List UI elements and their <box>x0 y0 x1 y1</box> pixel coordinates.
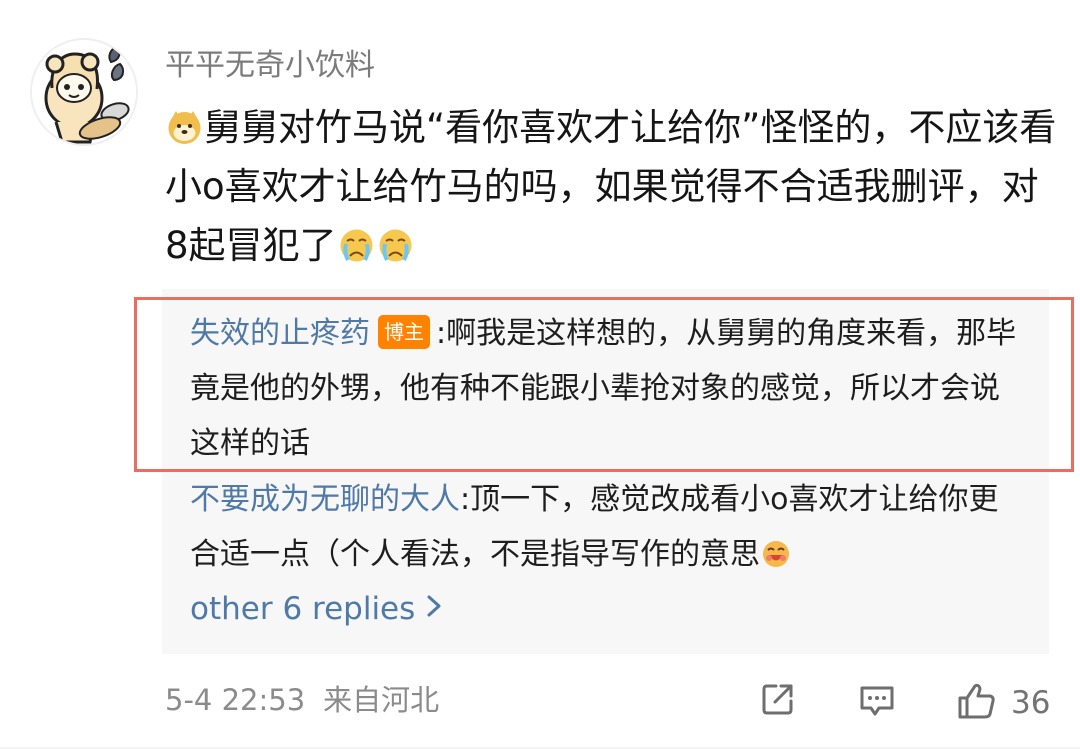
comment-line-2: 小o喜欢才让给竹马的吗，如果觉得不合适我删评，对 <box>165 165 1039 208</box>
laughing-face-icon <box>761 532 791 567</box>
cartoon-avatar-icon <box>32 40 136 144</box>
share-icon <box>759 680 797 722</box>
reply-item: 不要成为无聊的大人:顶一下，感觉改成看小o喜欢才让给你更合适一点（个人看法，不是… <box>190 472 1020 582</box>
share-button[interactable] <box>759 680 797 722</box>
highlighted-reply-frame <box>134 297 1074 472</box>
crying-face-icon <box>377 222 414 262</box>
comment-timestamp: 5-4 22:53 <box>165 683 306 717</box>
reply-icon <box>857 680 897 724</box>
reply-button[interactable] <box>857 680 897 724</box>
dog-emoji <box>166 104 203 144</box>
more-replies-label: other 6 replies <box>190 591 416 627</box>
chevron-right-icon <box>425 586 443 632</box>
like-count: 36 <box>1011 685 1051 721</box>
comment-location: 来自河北 <box>323 683 440 717</box>
comment-author[interactable]: 平平无奇小饮料 <box>165 46 375 86</box>
like-icon <box>955 680 997 726</box>
comment-line-3: 8起冒犯了 <box>165 224 337 267</box>
comment-metadata: 5-4 22:53 来自河北 <box>165 678 439 722</box>
reply-separator: : <box>460 482 471 517</box>
reply-author-link[interactable]: 不要成为无聊的大人 <box>190 482 460 517</box>
like-button[interactable]: 36 <box>955 680 1050 726</box>
comment-body: 舅舅对竹马说“看你喜欢才让给你”怪怪的，不应该看 小o喜欢才让给竹马的吗，如果觉… <box>165 98 1060 275</box>
avatar[interactable] <box>32 40 136 144</box>
crying-face-icon <box>338 222 375 262</box>
comment-line-1: 舅舅对竹马说“看你喜欢才让给你”怪怪的，不应该看 <box>204 106 1057 149</box>
more-replies-link[interactable]: other 6 replies <box>190 586 443 632</box>
